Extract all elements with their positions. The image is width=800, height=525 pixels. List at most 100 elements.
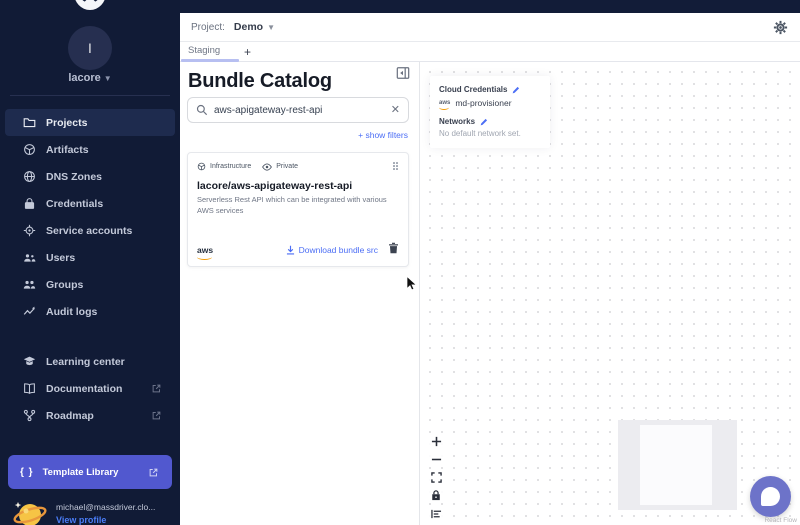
sidebar-item-label: Audit logs bbox=[46, 305, 98, 318]
template-library-button[interactable]: { } Template Library bbox=[8, 455, 172, 489]
bundle-visibility-label: Private bbox=[276, 163, 299, 170]
folder-icon bbox=[23, 118, 36, 128]
sidebar-item-artifacts[interactable]: Artifacts bbox=[5, 136, 175, 163]
edit-pencil-icon[interactable] bbox=[512, 86, 520, 94]
artifact-icon bbox=[24, 144, 35, 155]
groups-icon bbox=[23, 280, 36, 289]
crosshair-icon bbox=[23, 224, 36, 237]
sidebar-item-audit-logs[interactable]: Audit logs bbox=[5, 298, 175, 325]
app-window: l lacore ▼ Projects Artifacts DNS Zones C… bbox=[0, 0, 800, 525]
sidebar-item-documentation[interactable]: Documentation bbox=[5, 375, 175, 402]
sidebar-item-users[interactable]: Users bbox=[5, 244, 175, 271]
show-filters-link[interactable]: + show filters bbox=[358, 130, 408, 140]
sidebar-item-label: Artifacts bbox=[46, 143, 89, 156]
sidebar-divider bbox=[10, 95, 170, 96]
sidebar-item-label: DNS Zones bbox=[46, 170, 103, 183]
chat-launcher-button[interactable] bbox=[750, 476, 791, 517]
eye-icon bbox=[262, 162, 273, 171]
trash-icon bbox=[389, 242, 398, 254]
environment-tabs: Staging + bbox=[180, 42, 800, 62]
bundle-catalog-panel: Bundle Catalog ✕ + show filters Infrastr… bbox=[180, 62, 420, 525]
bundle-search-input[interactable] bbox=[214, 104, 391, 116]
chat-icon bbox=[761, 487, 780, 506]
sidebar-item-label: Credentials bbox=[46, 197, 104, 210]
canvas-controls bbox=[428, 434, 444, 521]
fit-view-icon bbox=[430, 472, 442, 483]
collapse-sidebar-icon bbox=[396, 67, 410, 79]
cloud-credentials-label: Cloud Credentials bbox=[439, 85, 508, 94]
sidebar-item-dns-zones[interactable]: DNS Zones bbox=[5, 163, 175, 190]
aws-logo-small: aws bbox=[439, 100, 451, 110]
minimap-viewport bbox=[640, 425, 712, 505]
bundle-description: Serverless Rest API which can be integra… bbox=[197, 195, 387, 215]
settings-gear-button[interactable] bbox=[773, 20, 788, 40]
external-link-icon bbox=[152, 384, 161, 393]
zoom-in-button[interactable] bbox=[428, 434, 444, 449]
sidebar-item-learning-center[interactable]: Learning center bbox=[5, 348, 175, 375]
bundle-card[interactable]: Infrastructure Private lacore/aws-apigat… bbox=[187, 152, 409, 267]
download-bundle-link[interactable]: Download bundle src bbox=[286, 245, 378, 255]
bundle-name: lacore/aws-apigateway-rest-api bbox=[197, 180, 353, 192]
bundle-card-badges: Infrastructure Private bbox=[197, 162, 399, 171]
sidebar-item-credentials[interactable]: Credentials bbox=[5, 190, 175, 217]
lock-icon bbox=[432, 490, 440, 501]
profile-section: michael@massdriver.clo... View profile bbox=[12, 496, 180, 525]
book-icon bbox=[24, 383, 35, 395]
org-avatar-letter: l bbox=[88, 40, 92, 56]
sidebar-item-groups[interactable]: Groups bbox=[5, 271, 175, 298]
view-profile-link[interactable]: View profile bbox=[56, 515, 155, 525]
sidebar-item-label: Users bbox=[46, 251, 76, 264]
networks-label: Networks bbox=[439, 117, 476, 126]
project-label: Project: bbox=[191, 21, 225, 33]
lock-icon bbox=[24, 198, 35, 209]
minus-icon bbox=[431, 458, 441, 461]
chevron-down-icon: ▼ bbox=[103, 74, 112, 83]
delete-bundle-button[interactable] bbox=[388, 241, 399, 259]
collapse-panel-button[interactable] bbox=[396, 66, 410, 85]
lock-button[interactable] bbox=[428, 488, 444, 503]
project-selector[interactable]: Demo bbox=[234, 21, 263, 33]
edit-pencil-icon[interactable] bbox=[480, 118, 488, 126]
sidebar-item-projects[interactable]: Projects bbox=[5, 109, 175, 136]
globe-icon bbox=[24, 171, 35, 182]
clear-search-icon[interactable]: ✕ bbox=[391, 104, 400, 116]
bundle-type-badge: Infrastructure bbox=[197, 162, 251, 171]
zoom-out-button[interactable] bbox=[428, 452, 444, 467]
aws-logo: aws bbox=[197, 244, 214, 259]
sidebar-item-label: Projects bbox=[46, 116, 88, 129]
planet-avatar[interactable] bbox=[12, 496, 48, 525]
external-link-icon bbox=[149, 468, 158, 476]
panel-title: Bundle Catalog bbox=[188, 70, 332, 92]
org-name: lacore bbox=[68, 72, 101, 84]
chevron-down-icon: ▼ bbox=[267, 22, 276, 32]
graduation-cap-icon bbox=[23, 356, 36, 366]
sidebar-nav: Projects Artifacts DNS Zones Credentials… bbox=[0, 109, 180, 325]
align-lines-icon bbox=[430, 509, 441, 518]
user-email: michael@massdriver.clo... bbox=[56, 502, 156, 512]
sidebar-item-roadmap[interactable]: Roadmap bbox=[5, 402, 175, 429]
search-icon bbox=[196, 104, 208, 116]
sidebar-item-label: Service accounts bbox=[46, 224, 133, 237]
minimap[interactable] bbox=[618, 420, 737, 510]
trend-icon bbox=[23, 306, 35, 315]
org-switcher[interactable]: lacore ▼ bbox=[0, 72, 180, 84]
org-avatar[interactable]: l bbox=[68, 26, 112, 70]
sidebar-item-label: Roadmap bbox=[46, 409, 94, 422]
plus-icon bbox=[431, 436, 441, 447]
auto-layout-button[interactable] bbox=[428, 506, 444, 521]
download-label: Download bundle src bbox=[298, 245, 378, 255]
infrastructure-icon bbox=[197, 162, 206, 171]
bundle-card-footer: aws Download bundle src bbox=[197, 241, 399, 259]
drag-handle-icon[interactable] bbox=[393, 162, 399, 171]
add-environment-button[interactable]: + bbox=[238, 43, 257, 61]
environment-canvas[interactable]: Cloud Credentials aws md-provisioner Net… bbox=[420, 62, 800, 525]
users-icon bbox=[24, 254, 36, 262]
fit-view-button[interactable] bbox=[428, 470, 444, 485]
environment-defaults-panel: Cloud Credentials aws md-provisioner Net… bbox=[430, 76, 550, 148]
tab-staging[interactable]: Staging bbox=[188, 45, 220, 56]
credential-value: md-provisioner bbox=[455, 98, 512, 108]
gear-icon bbox=[773, 20, 788, 35]
sidebar: l lacore ▼ Projects Artifacts DNS Zones C… bbox=[0, 0, 180, 525]
sidebar-item-service-accounts[interactable]: Service accounts bbox=[5, 217, 175, 244]
bundle-visibility-badge: Private bbox=[262, 162, 299, 171]
